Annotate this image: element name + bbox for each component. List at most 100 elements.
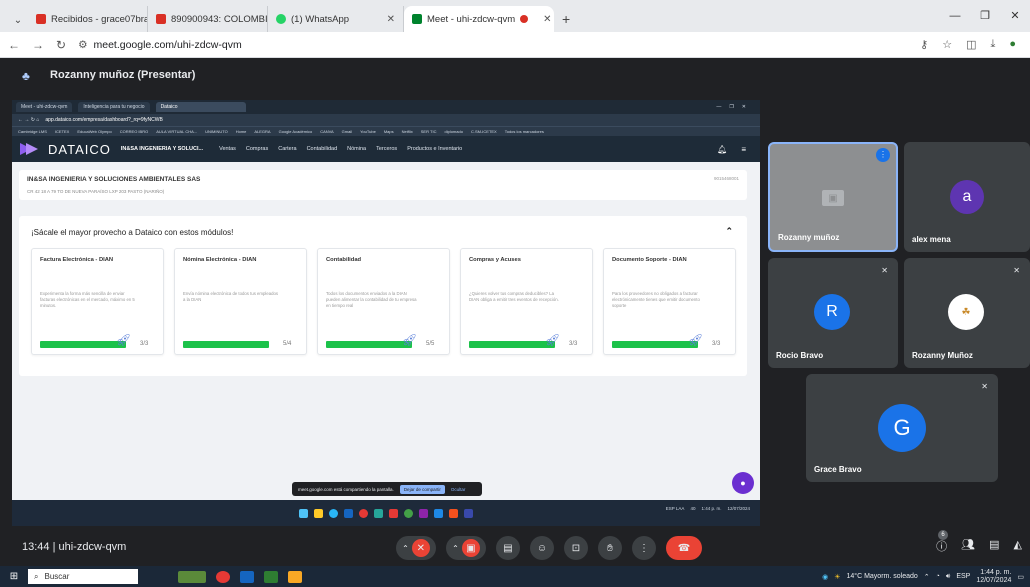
participant-tile[interactable]: ⋮ ▣ Rozanny muñoz (768, 142, 898, 252)
module-card: Compras y Acuses ¿Quieres volver tus com… (460, 248, 593, 355)
language-indicator[interactable]: ESP (956, 573, 970, 580)
tray-chevron-icon[interactable]: ⌃ (924, 573, 930, 581)
gmail-icon (156, 14, 166, 24)
captions-button[interactable]: ▤ (496, 536, 520, 560)
presenting-icon: ♣ (22, 69, 30, 83)
forward-icon[interactable]: → (32, 38, 44, 52)
windows-start-icon[interactable]: ⊞ (0, 571, 28, 582)
meet-header: ♣ Rozanny muñoz (Presentar) (0, 58, 1030, 92)
camera-toggle-button[interactable]: ⌃ ▣ (446, 536, 486, 560)
module-title: Documento Soporte - DIAN (612, 257, 687, 263)
copilot-icon[interactable]: ◉ (822, 573, 828, 581)
company-card: IN&SA INGENIERIA Y SOLUCIONES AMBIENTALE… (19, 170, 747, 200)
close-icon[interactable]: ✕ (537, 14, 551, 25)
star-icon[interactable]: ☆ (942, 38, 952, 51)
close-icon[interactable]: ✕ (381, 14, 395, 25)
tab-gmail[interactable]: Recibidos - grace07bravo@gm ✕ (28, 6, 148, 32)
new-tab-button[interactable]: + (554, 6, 578, 32)
chrome-icon[interactable] (216, 570, 230, 583)
url-field[interactable]: ⚙ meet.google.com/uhi-zdcw-qvm (78, 39, 242, 51)
module-count: 3/3 (140, 341, 149, 347)
chat-bubble-icon: ● (732, 472, 754, 494)
info-icon[interactable]: ⓘ (936, 538, 947, 554)
gmail-icon (36, 14, 46, 24)
excel-icon[interactable] (264, 570, 278, 583)
edge-icon (329, 508, 338, 518)
minimize-icon[interactable]: — (940, 0, 970, 32)
taskbar-search[interactable]: ⌕ Buscar (28, 569, 138, 584)
more-options-button[interactable]: ⋮ (632, 536, 656, 560)
present-icon: ⊡ (571, 542, 581, 554)
module-desc: Todos los documentos enviados a la DIAN … (326, 291, 417, 309)
tab-colombiana[interactable]: 890900943: COLOMBIANA DE ✕ (148, 6, 268, 32)
word-icon[interactable] (240, 570, 254, 583)
whatsapp-icon (404, 508, 413, 518)
leave-call-button[interactable]: ☎ (666, 536, 702, 560)
sharing-notice: meet.google.com está compartiendo la pan… (292, 482, 482, 496)
maximize-icon[interactable]: ❐ (970, 0, 1000, 32)
mic-off-icon: ✕ (881, 266, 888, 275)
emoji-icon: ☺ (536, 542, 548, 554)
bell-icon: 🔔︎ (717, 144, 728, 154)
activities-icon[interactable]: ◭ (1014, 538, 1022, 554)
notifications-icon[interactable]: ▭ (1017, 573, 1024, 581)
widgets-icon[interactable] (178, 570, 206, 583)
download-icon[interactable]: ⤓ (990, 38, 995, 51)
more-vert-icon: ⋮ (639, 542, 649, 554)
explorer-icon[interactable] (288, 570, 302, 583)
present-button[interactable]: ⊡ (564, 536, 588, 560)
module-progress-bar (40, 341, 126, 348)
speaker-icon[interactable]: 🔊︎ (946, 573, 950, 581)
profile-icon[interactable]: ● (1009, 38, 1016, 51)
shared-nav-icon: ← → ↻ ⌂ (18, 117, 40, 123)
participant-tile[interactable]: ✕ G Grace Bravo (806, 374, 998, 482)
key-icon[interactable]: ⚷ (920, 38, 928, 51)
app-icon (374, 508, 383, 518)
reload-icon[interactable]: ↻ (56, 38, 66, 52)
module-card: Contabilidad Todos los documentos enviad… (317, 248, 450, 355)
extensions-icon[interactable]: ◫ (966, 38, 976, 51)
tab-search-icon[interactable]: ⌄ (8, 8, 28, 32)
participant-tile[interactable]: a alex mena (904, 142, 1030, 252)
participant-tile[interactable]: ✕ ☘ Rozanny Muñoz (904, 258, 1030, 368)
weather-icon: ☀ (834, 573, 841, 581)
raise-hand-button[interactable]: ✋︎ (598, 536, 622, 560)
site-info-icon[interactable]: ⚙ (78, 39, 87, 51)
module-desc: Envía nómina electrónica de todos tus em… (183, 291, 279, 303)
mic-off-icon: ✕ (1013, 266, 1020, 275)
module-title: Compras y Acuses (469, 257, 521, 263)
meeting-info: 13:44 | uhi-zdcw-qvm (22, 541, 127, 553)
company-selector: IN&SA INGENIERIA Y SOLUCI... (120, 146, 204, 152)
shared-tab: Inteligencia para tu negocio (78, 102, 150, 112)
chrome-icon (359, 508, 368, 518)
participant-tile[interactable]: ✕ R Rocio Bravo (768, 258, 898, 368)
tab-meet[interactable]: Meet - uhi-zdcw-qvm ✕ (404, 6, 554, 32)
taskbar-clock[interactable]: 1:44 p. m. 12/07/2024 (976, 569, 1011, 584)
weather-text: 14°C Mayorm. soleado (846, 573, 918, 581)
chevron-up-icon: ⌃ (725, 226, 733, 236)
module-desc: Experimenta la forma más sencilla de env… (40, 291, 135, 309)
shared-window-controls: —❐✕ (716, 104, 754, 110)
shared-bookmarks-bar: Cambridge LMS ICETEX EducaWeb Olympo COR… (12, 126, 760, 136)
camera-off-icon: ▣ (822, 190, 844, 206)
dataico-menu: Ventas Compras Cartera Contabilidad Nómi… (219, 146, 463, 152)
chat-icon[interactable]: ▤ (989, 538, 999, 554)
speaking-indicator-icon: ⋮ (876, 148, 890, 162)
emoji-button[interactable]: ☺ (530, 536, 554, 560)
avatar: G (878, 404, 926, 452)
module-progress-bar (183, 341, 269, 348)
back-icon[interactable]: ← (8, 38, 20, 52)
hamburger-icon: ≡ (741, 144, 746, 154)
network-icon[interactable]: ◔ (936, 573, 940, 580)
participant-name: alex mena (912, 235, 951, 244)
module-title: Nómina Electrónica - DIAN (183, 257, 257, 263)
windows-icon (299, 508, 308, 518)
close-window-icon[interactable]: ✕ (1000, 0, 1030, 32)
people-icon[interactable]: 👥︎ (961, 538, 975, 554)
mic-toggle-button[interactable]: ⌃ ✕ (396, 536, 436, 560)
camera-off-icon: ▣ (461, 539, 480, 557)
search-icon: ⌕ (34, 571, 39, 581)
shared-tab-bar: Meet - uhi-zdcw-qvm Inteligencia para tu… (12, 100, 760, 114)
tab-whatsapp[interactable]: (1) WhatsApp ✕ (268, 6, 404, 32)
shared-taskbar: ESP LAA 40 1:44 p. m. 12/07/2024 (12, 500, 760, 526)
